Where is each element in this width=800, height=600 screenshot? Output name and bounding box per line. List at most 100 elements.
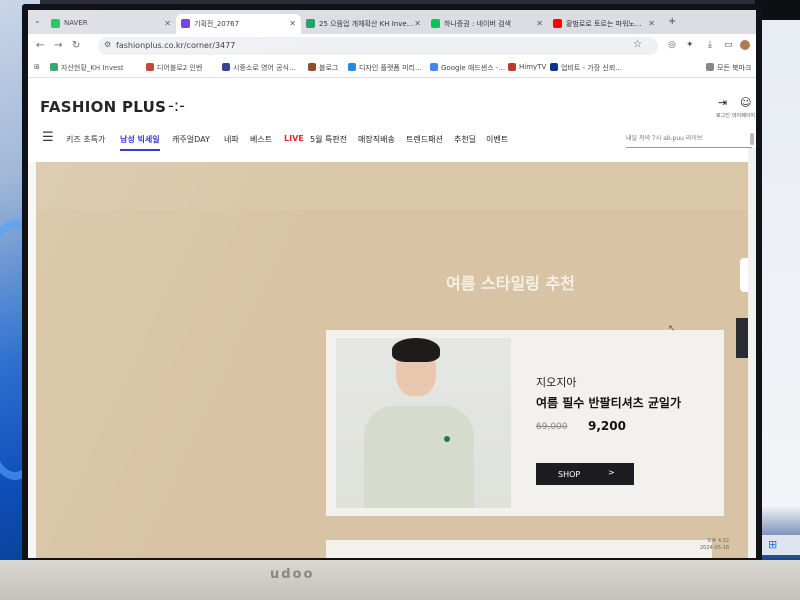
close-tab-icon[interactable]: ✕ <box>648 19 655 28</box>
bookmark-favicon-icon <box>508 63 516 71</box>
sheets-favicon-icon <box>306 19 315 28</box>
search-input[interactable] <box>626 130 752 148</box>
product-name[interactable]: 여름 필수 반팔티셔츠 균일가 <box>536 394 681 411</box>
extensions-puzzle-icon[interactable]: ✦ <box>686 40 694 50</box>
bookmark-item[interactable]: 업비트 - 가장 신뢰... <box>550 63 622 73</box>
bookmark-label: 디어블로2 인벤 <box>157 64 203 72</box>
tab-naver[interactable]: NAVER ✕ <box>46 14 176 34</box>
top-banner[interactable] <box>36 162 756 210</box>
taskbar-time: 오후 4:32 <box>707 538 730 544</box>
bookmark-item[interactable]: 블로그 <box>308 63 338 73</box>
gnb-item-live[interactable]: LIVE <box>284 134 304 143</box>
bookmark-item[interactable]: 시중소로 영어 공식... <box>222 63 296 73</box>
model-shirt <box>364 406 474 508</box>
forward-icon[interactable]: → <box>54 40 62 51</box>
page-scrollbar[interactable] <box>748 148 756 558</box>
bookmark-item[interactable]: Google 애드센스 -... <box>430 63 505 73</box>
photo-background: ⊞ udoo ⌄ NAVER ✕ 기획전_20767 ✕ 25 으뜸업 개체확산… <box>0 0 800 600</box>
bookmark-label: HimyTV <box>519 63 547 71</box>
bookmarks-bar: ⊞ 자산현황_KH Invest 디어블로2 인벤 시중소로 영어 공식... … <box>28 58 756 78</box>
tab-search-icon[interactable]: ⌄ <box>34 16 41 25</box>
bookmark-favicon-icon <box>222 63 230 71</box>
second-monitor-taskbar <box>760 535 800 555</box>
gnb-item-active[interactable]: 남성 빅세일 <box>120 134 160 151</box>
monitor-brand-logo: udoo <box>270 567 315 582</box>
model-hair <box>392 338 440 362</box>
windows-start-icon[interactable]: ⊞ <box>768 538 780 551</box>
bookmark-favicon-icon <box>430 63 438 71</box>
bookmark-item[interactable]: 디어블로2 인벤 <box>146 63 202 73</box>
shirt-logo-icon <box>444 436 450 442</box>
gnb-item[interactable]: 캐주얼DAY <box>172 134 210 145</box>
naver-favicon-icon <box>431 19 440 28</box>
mouse-cursor-icon: ↖ <box>668 324 676 334</box>
login-label[interactable]: 로그인 <box>716 112 730 119</box>
logo-mark-icon: -:- <box>168 96 185 115</box>
chevron-right-icon: > <box>608 468 615 477</box>
gnb-item[interactable]: 베스트 <box>250 134 272 145</box>
original-price: 69,000 <box>536 422 568 432</box>
fashionplus-favicon-icon <box>181 19 190 28</box>
bookmark-item[interactable]: HimyTV <box>508 63 546 71</box>
new-tab-button[interactable]: + <box>668 16 676 27</box>
scrollbar-thumb[interactable] <box>750 133 754 145</box>
bookmark-favicon-icon <box>146 63 154 71</box>
address-bar[interactable]: ⚙ fashionplus.co.kr/corner/3477 ☆ <box>98 37 658 55</box>
back-icon[interactable]: ← <box>36 40 44 51</box>
download-icon[interactable]: ⤓ <box>708 40 712 50</box>
bookmark-label: 디자인 플랫폼 미리... <box>359 64 422 72</box>
tab-hana-search[interactable]: 하나증권 : 네이버 검색 ✕ <box>426 14 548 34</box>
bookmark-label: 모든 북마크 <box>717 64 752 72</box>
tab-title: 기획전_20767 <box>194 20 240 28</box>
next-product-card[interactable] <box>326 540 712 558</box>
shop-button[interactable]: SHOP <box>536 463 634 485</box>
tab-title: 하나증권 : 네이버 검색 <box>444 20 511 28</box>
tab-fashionplus[interactable]: 기획전_20767 ✕ <box>176 14 301 34</box>
tab-kh-invest[interactable]: 25 으뜸업 개체확산 KH Inve... ✕ <box>301 14 426 34</box>
mypage-label[interactable]: 마이페이지 <box>732 112 755 119</box>
all-bookmarks-folder[interactable]: 모든 북마크 <box>706 63 751 73</box>
url-text: fashionplus.co.kr/corner/3477 <box>116 41 236 50</box>
bookmark-favicon-icon <box>308 63 316 71</box>
close-tab-icon[interactable]: ✕ <box>414 19 421 28</box>
bookmark-item[interactable]: 디자인 플랫폼 미리... <box>348 63 422 73</box>
second-monitor-screen <box>760 20 800 560</box>
bookmark-label: 업비트 - 가장 신뢰... <box>561 64 622 72</box>
monitor-chin <box>0 560 800 600</box>
gnb-item[interactable]: 매장직배송 <box>358 134 395 145</box>
bookmark-favicon-icon <box>348 63 356 71</box>
close-tab-icon[interactable]: ✕ <box>289 19 296 28</box>
tab-bar: ⌄ NAVER ✕ 기획전_20767 ✕ 25 으뜸업 개체확산 KH Inv… <box>28 10 756 34</box>
apps-grid-icon[interactable]: ⊞ <box>34 63 40 71</box>
close-tab-icon[interactable]: ✕ <box>536 19 543 28</box>
taskbar-date: 2024-05-18 <box>700 545 730 551</box>
user-icon[interactable]: ☺ <box>740 96 751 109</box>
site-info-icon[interactable]: ⚙ <box>104 40 111 49</box>
bookmark-item[interactable]: 자산현황_KH Invest <box>50 63 124 73</box>
reload-icon[interactable]: ↻ <box>72 40 80 51</box>
brand-name: 지오지아 <box>536 376 577 389</box>
web-page: FASHION PLUS -:- ⇥ 로그인 ☺ 마이페이지 ☰ 키즈 초특가 … <box>28 78 756 558</box>
site-logo[interactable]: FASHION PLUS <box>40 98 166 116</box>
close-tab-icon[interactable]: ✕ <box>164 19 171 28</box>
gnb-item[interactable]: 5월 특판전 <box>310 134 347 145</box>
bookmark-star-icon[interactable]: ☆ <box>633 39 642 50</box>
gnb-item[interactable]: 트렌드패션 <box>406 134 443 145</box>
product-card[interactable]: 지오지아 여름 필수 반팔티셔츠 균일가 69,000 9,200 SHOP > <box>326 330 724 516</box>
gnb-item[interactable]: 추천딜 <box>454 134 476 145</box>
menu-icon[interactable]: ☰ <box>42 130 54 145</box>
gnb-item[interactable]: 네파 <box>224 134 239 145</box>
gnb-item[interactable]: 키즈 초특가 <box>66 134 105 145</box>
extension-icon[interactable]: ◎ <box>668 40 676 50</box>
gnb-item[interactable]: 이벤트 <box>486 134 508 145</box>
taskbar-clock[interactable]: 오후 4:32 2024-05-18 <box>700 538 729 552</box>
bookmark-favicon-icon <box>550 63 558 71</box>
login-icon[interactable]: ⇥ <box>718 96 727 109</box>
profile-avatar[interactable] <box>740 40 750 50</box>
youtube-favicon-icon <box>553 19 562 28</box>
naver-favicon-icon <box>51 19 60 28</box>
tab-title: NAVER <box>64 19 88 27</box>
product-image[interactable] <box>336 338 511 508</box>
tab-youtube[interactable]: 황범로로 토르는 파워노... ✕ <box>548 14 660 34</box>
side-panel-icon[interactable]: ▭ <box>724 40 733 50</box>
